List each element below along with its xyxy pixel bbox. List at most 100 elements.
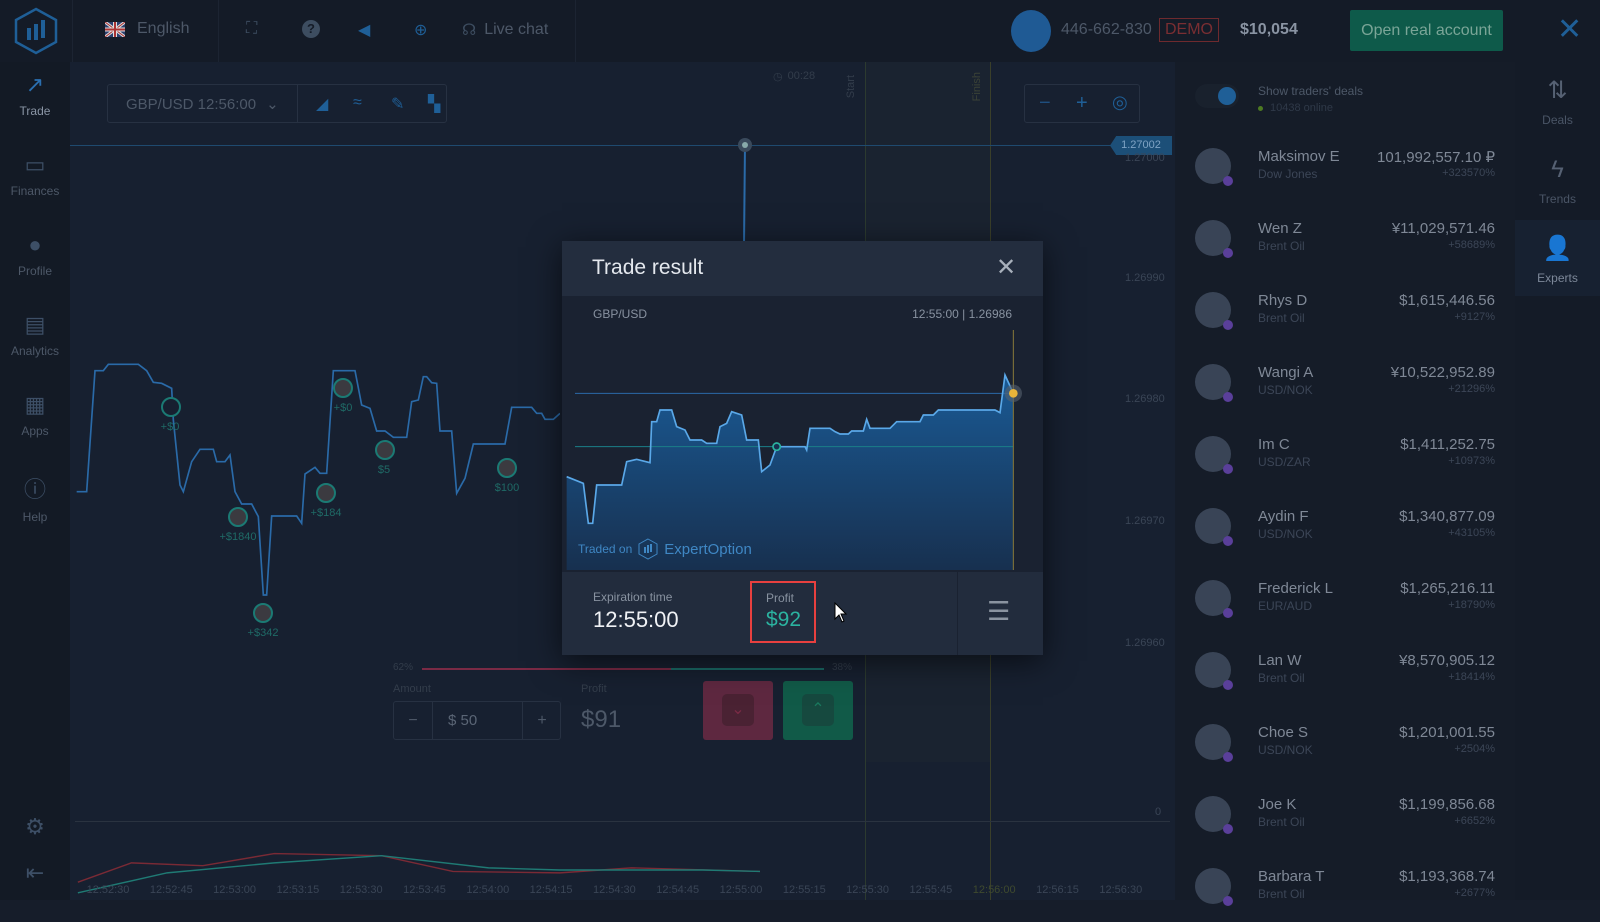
asset-selector-label: GBP/USD 12:56:00 xyxy=(126,96,257,113)
fullscreen-icon[interactable]: ⛶ xyxy=(246,20,257,38)
indicators-icon[interactable]: ≈ xyxy=(353,94,362,112)
trader-row[interactable]: Lan W Brent Oil ¥8,570,905.12 +18414% xyxy=(1175,634,1515,706)
time-tick: 12:54:15 xyxy=(529,884,573,896)
trader-percent: +58689% xyxy=(1448,239,1495,251)
rail-item-trends[interactable]: ϟ Trends xyxy=(1515,156,1600,216)
avatar xyxy=(1195,148,1233,186)
trader-row[interactable]: Frederick L EUR/AUD $1,265,216.11 +18790% xyxy=(1175,562,1515,634)
time-tick: 12:56:30 xyxy=(1099,884,1143,896)
chart-type-icon[interactable]: ◢ xyxy=(316,94,328,114)
call-button[interactable]: ⌃ xyxy=(783,681,853,740)
trader-row[interactable]: Rhys D Brent Oil $1,615,446.56 +9127% xyxy=(1175,274,1515,346)
put-button[interactable]: ⌄ xyxy=(703,681,773,740)
price-tick: 1.27000 xyxy=(1125,152,1165,164)
amount-label: Amount xyxy=(393,683,431,695)
news-icon: ▤ xyxy=(24,312,46,337)
trader-marker-avatar[interactable] xyxy=(375,440,395,460)
trader-marker-label: +$0 xyxy=(333,402,353,414)
trader-row[interactable]: Choe S USD/NOK $1,201,001.55 +2504% xyxy=(1175,706,1515,778)
trader-marker-avatar[interactable] xyxy=(497,458,517,478)
sound-icon[interactable]: ◀ xyxy=(358,20,370,40)
language-label: English xyxy=(137,20,190,37)
trader-row[interactable]: Barbara T Brent Oil $1,193,368.74 +2677% xyxy=(1175,850,1515,922)
show-deals-label: Show traders' deals xyxy=(1258,84,1364,98)
trader-row[interactable]: Im C USD/ZAR $1,411,252.75 +10973% xyxy=(1175,418,1515,490)
account-mode-badge[interactable]: DEMO xyxy=(1159,18,1219,42)
time-tick: 12:55:45 xyxy=(909,884,953,896)
show-deals-toggle[interactable] xyxy=(1195,84,1239,108)
zoom-controls: − + ◎ xyxy=(1024,84,1140,123)
rail-item-deals[interactable]: ⇅ Deals xyxy=(1515,76,1600,136)
trader-percent: +21296% xyxy=(1448,383,1495,395)
trader-percent: +18414% xyxy=(1448,671,1495,683)
trader-row[interactable]: Wen Z Brent Oil ¥11,029,571.46 +58689% xyxy=(1175,202,1515,274)
trader-asset: EUR/AUD xyxy=(1258,599,1313,613)
increase-amount-button[interactable]: + xyxy=(522,702,561,739)
trader-marker-avatar[interactable] xyxy=(333,378,353,398)
logo-icon[interactable] xyxy=(12,6,60,56)
price-tick: 1.26980 xyxy=(1125,393,1165,405)
open-real-account-button[interactable]: Open real account xyxy=(1350,10,1503,51)
trader-row[interactable]: Aydin F USD/NOK $1,340,877.09 +43105% xyxy=(1175,490,1515,562)
time-tick: 12:53:15 xyxy=(276,884,320,896)
trader-marker-label: $100 xyxy=(494,482,520,494)
finish-label: Finish xyxy=(971,72,983,102)
rail-item-label: Deals xyxy=(1542,113,1573,127)
trader-amount: 101,992,557.10 ₽ xyxy=(1377,149,1495,166)
trader-name: Rhys D xyxy=(1258,292,1308,309)
trader-amount: ¥8,570,905.12 xyxy=(1399,652,1495,669)
target-icon[interactable]: ⊕ xyxy=(414,20,427,40)
sidebar-item-trade[interactable]: ↗ Trade xyxy=(0,72,70,118)
start-label: Start xyxy=(845,75,857,99)
trader-amount: ¥11,029,571.46 xyxy=(1391,220,1495,237)
rail-item-experts[interactable]: 👤 Experts xyxy=(1515,220,1600,296)
zoom-out-icon[interactable]: − xyxy=(1039,92,1051,115)
sentiment-up-pct: 38% xyxy=(832,662,853,673)
price-tick: 1.26960 xyxy=(1125,637,1165,649)
live-chat-button[interactable]: ☊ Live chat xyxy=(462,20,548,40)
trader-row[interactable]: Maksimov E Dow Jones 101,992,557.10 ₽ +3235… xyxy=(1175,130,1515,202)
language-selector[interactable]: English xyxy=(105,20,189,38)
decrease-amount-button[interactable]: − xyxy=(394,702,433,739)
avatar xyxy=(1195,436,1233,474)
help-icon[interactable]: ? xyxy=(302,20,320,38)
status-dot-icon xyxy=(1223,320,1233,330)
trader-percent: +18790% xyxy=(1448,599,1495,611)
trader-marker-label: +$1840 xyxy=(219,531,257,543)
trader-name: Joe K xyxy=(1258,796,1297,813)
avatar xyxy=(1195,364,1233,402)
trader-marker-avatar[interactable] xyxy=(161,397,181,417)
close-icon[interactable]: ✕ xyxy=(1557,12,1582,47)
price-spike xyxy=(738,138,752,245)
trader-marker-avatar[interactable] xyxy=(316,483,336,503)
trending-up-icon: ↗ xyxy=(25,72,45,97)
uk-flag-icon xyxy=(105,21,125,37)
trader-percent: +9127% xyxy=(1454,311,1495,323)
current-price-line xyxy=(70,145,1120,146)
recenter-icon[interactable]: ◎ xyxy=(1112,92,1128,113)
trader-name: Aydin F xyxy=(1258,508,1309,525)
add-user-icon: 👤 xyxy=(1542,235,1573,262)
time-tick: 12:52:45 xyxy=(149,884,193,896)
price-line xyxy=(76,363,560,596)
sidebar-item-profile[interactable]: ● Profile xyxy=(0,232,70,278)
account-id: 446-662-830 xyxy=(1061,21,1152,38)
zoom-in-icon[interactable]: + xyxy=(1076,92,1088,115)
modal-chart xyxy=(566,330,1022,570)
trader-row[interactable]: Joe K Brent Oil $1,199,856.68 +6652% xyxy=(1175,778,1515,850)
draw-icon[interactable]: ✎ xyxy=(391,94,404,114)
trader-row[interactable]: Wangi A USD/NOK ¥10,522,952.89 +21296% xyxy=(1175,346,1515,418)
layout-icon[interactable]: ▚ xyxy=(428,94,440,114)
asset-selector[interactable]: GBP/USD 12:56:00 ⌄ xyxy=(108,85,298,122)
trader-marker-avatar[interactable] xyxy=(228,507,248,527)
trader-marker-avatar[interactable] xyxy=(253,603,273,623)
lightning-icon: ϟ xyxy=(1551,156,1564,183)
price-tick: 1.26970 xyxy=(1125,515,1165,527)
trader-name: Barbara T xyxy=(1258,868,1325,885)
sidebar-item-finances[interactable]: ▭ Finances xyxy=(0,152,70,198)
time-tick: 12:55:30 xyxy=(846,884,890,896)
trader-amount: ¥10,522,952.89 xyxy=(1390,364,1495,381)
experts-panel: Show traders' deals 10438 online Maksimo… xyxy=(1175,62,1515,906)
amount-input[interactable]: $ 50 xyxy=(448,712,477,729)
avatar[interactable] xyxy=(1011,10,1051,52)
